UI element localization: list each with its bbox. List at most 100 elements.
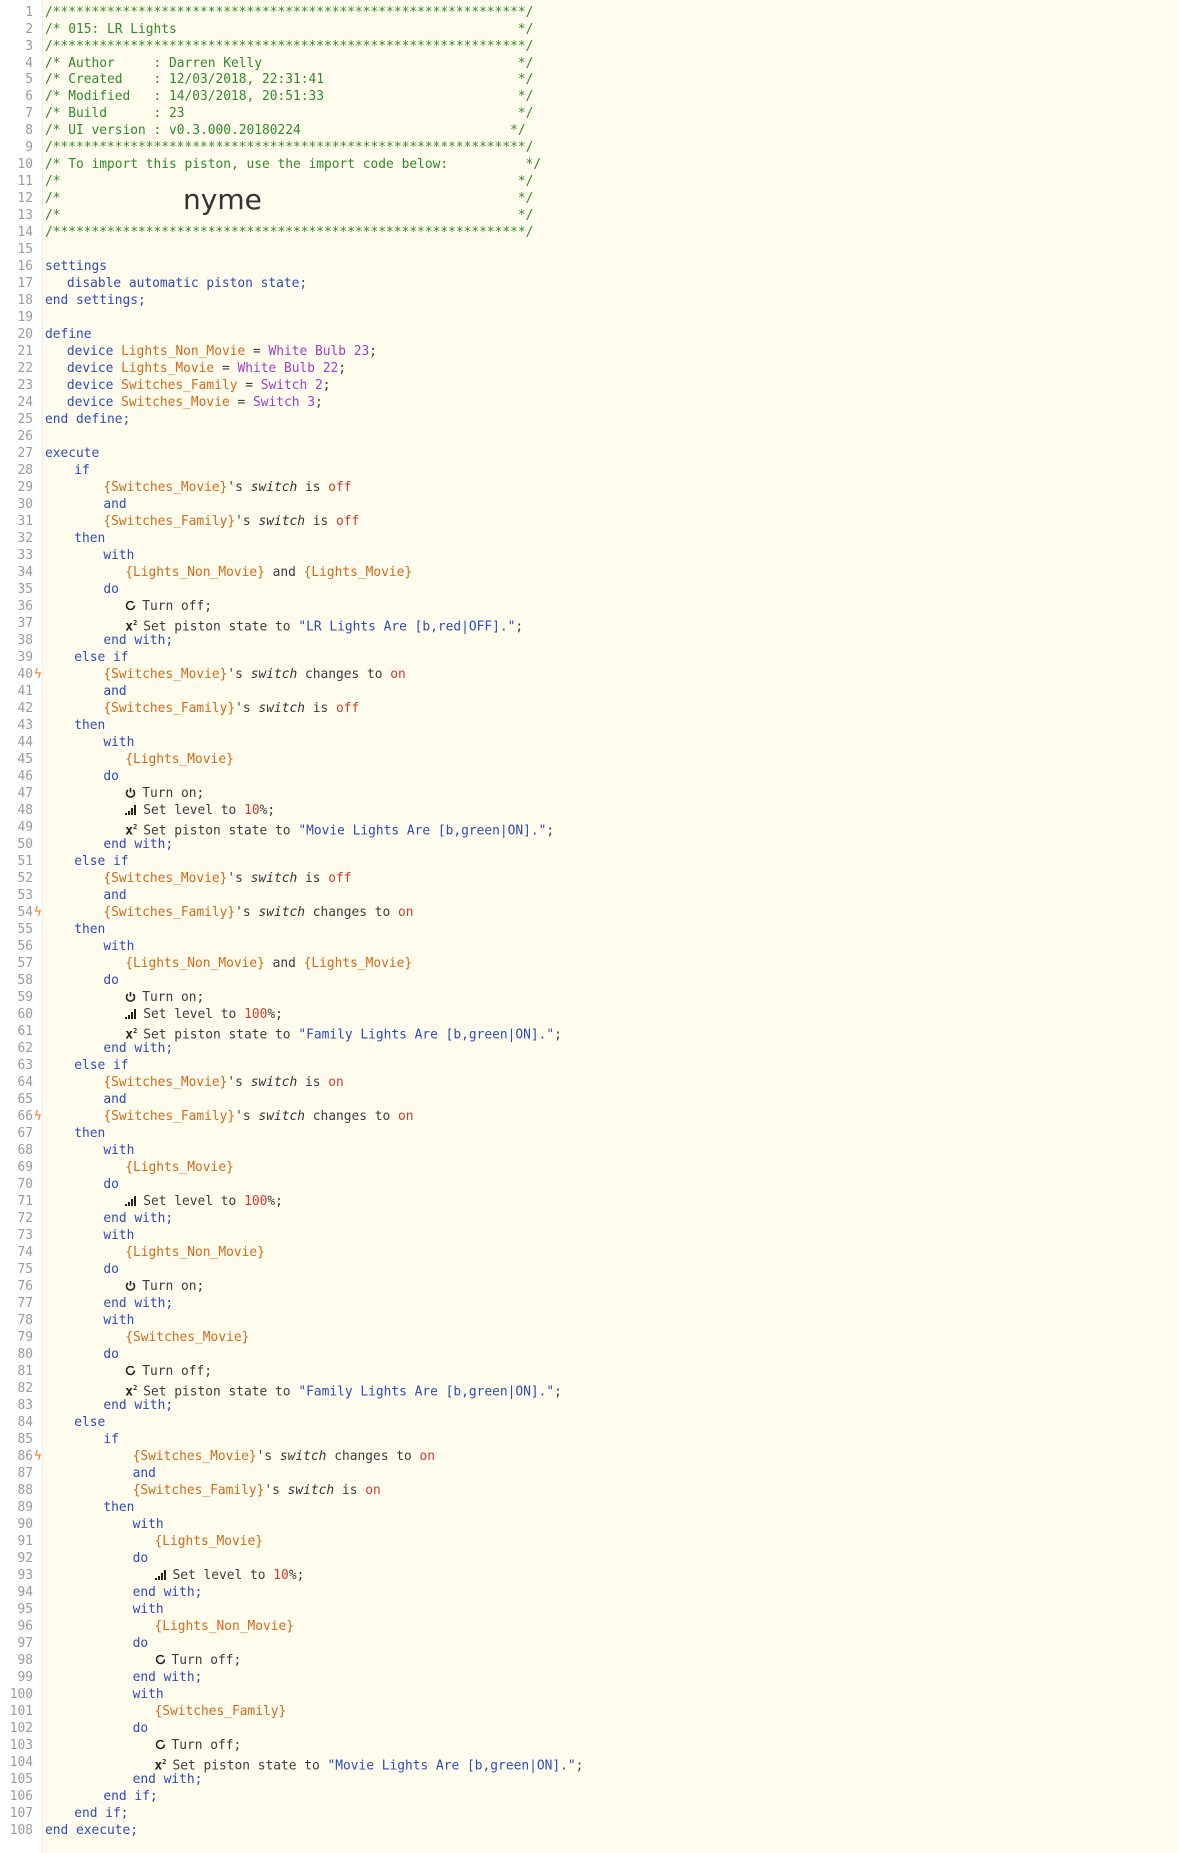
code-line[interactable]: x2 Set piston state to "Family Lights Are… [125,1380,562,1399]
code-line[interactable]: /* Modified : 14/03/2018, 20:51:33 */ [45,88,533,105]
code-line[interactable]: do [103,1176,119,1193]
code-line[interactable]: with [103,547,134,564]
code-line[interactable]: {Switches_Movie} [125,1329,249,1346]
code-line[interactable]: disable automatic piston state; [67,275,307,292]
code-line[interactable]: end if; [103,1788,157,1805]
code-line[interactable]: /* */ [45,173,533,190]
code-line[interactable]: do [103,768,119,785]
code-line[interactable]: do [133,1550,149,1567]
code-line[interactable]: /* Build : 23 */ [45,105,533,122]
code-line[interactable]: /***************************************… [45,4,533,21]
code-line[interactable]: else if [74,1057,128,1074]
code-line[interactable]: Turn off; [155,1652,241,1669]
code-line[interactable]: with [103,1142,134,1159]
code-line[interactable]: Turn off; [125,598,212,615]
code-line[interactable]: do [103,581,119,598]
code-line[interactable]: end with; [103,1397,173,1414]
code-line[interactable]: then [74,717,105,734]
code-line[interactable]: and [103,887,126,904]
code-line[interactable]: then [103,1499,134,1516]
code-line[interactable]: {Lights_Non_Movie} and {Lights_Movie} [125,955,412,972]
code-line[interactable]: {Switches_Movie}'s switch is on [103,1074,343,1091]
code-line[interactable]: and [103,496,126,513]
code-line[interactable]: device Switches_Family = Switch 2; [67,377,331,394]
code-line[interactable]: with [103,938,134,955]
code-line[interactable]: end with; [103,1295,173,1312]
code-line[interactable]: then [74,530,105,547]
code-line[interactable]: /* Created : 12/03/2018, 22:31:41 */ [45,71,533,88]
code-line[interactable]: /***************************************… [45,224,533,241]
code-line[interactable]: Set level to 100%; [125,1006,283,1023]
code-line[interactable]: else if [74,853,128,870]
code-line[interactable]: {Switches_Family}'s switch changes to on [103,1108,413,1125]
code-line[interactable]: and [103,1091,126,1108]
code-line[interactable]: do [103,1346,119,1363]
code-line[interactable]: Turn off; [155,1737,241,1754]
code-line[interactable]: end settings; [45,292,146,309]
code-line[interactable]: /* 015: LR Lights */ [45,21,533,38]
code-line[interactable]: x2 Set piston state to "Movie Lights Are … [155,1754,584,1773]
code-line[interactable]: {Lights_Non_Movie} and {Lights_Movie} [125,564,412,581]
code-line[interactable]: /* */ [45,207,533,224]
code-line[interactable]: else [74,1414,105,1431]
code-line[interactable]: {Switches_Family}'s switch changes to on [103,904,413,921]
code-line[interactable]: {Lights_Movie} [125,1159,234,1176]
code-line[interactable]: define [45,326,92,343]
code-line[interactable]: do [133,1635,149,1652]
code-line[interactable]: {Lights_Movie} [125,751,234,768]
code-line[interactable]: device Lights_Movie = White Bulb 22; [67,360,346,377]
code-line[interactable]: Set level to 10%; [154,1567,304,1584]
code-line[interactable]: with [133,1601,164,1618]
code-line[interactable]: {Switches_Family}'s switch is off [103,700,359,717]
code-line[interactable]: with [103,1227,134,1244]
code-line[interactable]: Turn off; [125,1363,212,1380]
code-line[interactable]: {Switches_Family} [155,1703,287,1720]
code-line[interactable]: {Switches_Movie}'s switch is off [103,479,351,496]
code-line[interactable]: else if [74,649,128,666]
code-line[interactable]: with [103,1312,134,1329]
code-line[interactable]: then [74,1125,105,1142]
code-line[interactable]: execute [45,445,99,462]
code-line[interactable]: {Lights_Movie} [155,1533,264,1550]
code-line[interactable]: then [74,921,105,938]
code-line[interactable]: end with; [133,1669,203,1686]
code-line[interactable]: do [103,1261,119,1278]
code-line[interactable]: end define; [45,411,130,428]
code-line[interactable]: /***************************************… [45,38,533,55]
code-line[interactable]: /* Author : Darren Kelly */ [45,55,533,72]
code-line[interactable]: end with; [103,1040,173,1057]
code-line[interactable]: /* To import this piston, use the import… [45,156,541,173]
code-line[interactable]: do [103,972,119,989]
code-line[interactable]: if [74,462,90,479]
code-line[interactable]: /* */ [45,190,533,207]
code-line[interactable]: /***************************************… [45,139,533,156]
code-line[interactable]: end with; [133,1771,203,1788]
code-line[interactable]: {Lights_Non_Movie} [155,1618,295,1635]
code-line[interactable]: {Switches_Movie}'s switch changes to on [103,666,405,683]
code-line[interactable]: end with; [133,1584,203,1601]
code-line[interactable]: and [103,683,126,700]
code-line[interactable]: with [133,1516,164,1533]
code-line[interactable]: Turn on; [125,785,204,802]
code-line[interactable]: Turn on; [125,1278,204,1295]
code-line[interactable]: x2 Set piston state to "Family Lights Are… [125,1023,562,1042]
code-line[interactable]: settings [45,258,107,275]
code-line[interactable]: device Lights_Non_Movie = White Bulb 23; [67,343,377,360]
code-line[interactable]: {Switches_Family}'s switch is on [133,1482,381,1499]
code-line[interactable]: Turn on; [125,989,204,1006]
code-line[interactable]: device Switches_Movie = Switch 3; [67,394,323,411]
code-line[interactable]: {Switches_Family}'s switch is off [103,513,359,530]
code-line[interactable]: {Switches_Movie}'s switch changes to on [133,1448,435,1465]
code-line[interactable]: {Lights_Non_Movie} [125,1244,265,1261]
code-line[interactable]: end with; [103,1210,173,1227]
code-line[interactable]: end if; [74,1805,128,1822]
code-line[interactable]: x2 Set piston state to "Movie Lights Are … [125,819,554,838]
code-line[interactable]: if [103,1431,119,1448]
code-line[interactable]: end with; [103,632,173,649]
code-line[interactable]: {Switches_Movie}'s switch is off [103,870,351,887]
code-line[interactable]: Set level to 10%; [125,802,275,819]
code-line[interactable]: end execute; [45,1822,138,1839]
code-line[interactable]: with [103,734,134,751]
code-line[interactable]: and [133,1465,156,1482]
code-line[interactable]: Set level to 100%; [125,1193,283,1210]
